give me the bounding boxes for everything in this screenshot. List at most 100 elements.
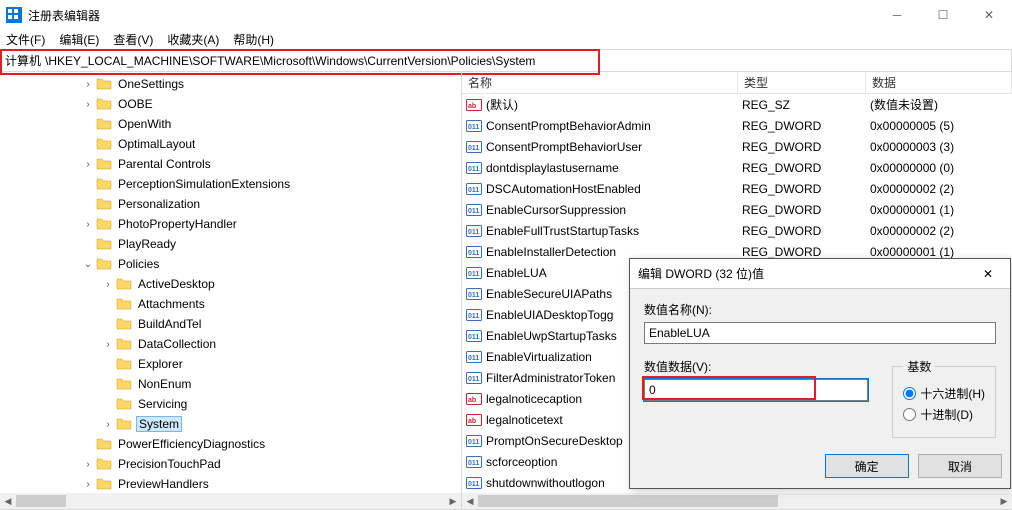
tree-item[interactable]: Servicing [0, 394, 461, 414]
svg-text:011: 011 [468, 250, 479, 257]
folder-icon [96, 196, 112, 212]
expand-icon[interactable]: › [80, 99, 96, 110]
ok-button[interactable]: 确定 [825, 454, 909, 478]
tree-item[interactable]: ›PreviewHandlers [0, 474, 461, 494]
edit-dword-dialog: 编辑 DWORD (32 位)值 ✕ 数值名称(N): 数值数据(V): 基数 … [629, 258, 1011, 489]
value-name-field[interactable] [644, 322, 996, 344]
scroll-thumb[interactable] [478, 495, 778, 507]
tree-item[interactable]: PlayReady [0, 234, 461, 254]
column-headers[interactable]: 名称 类型 数据 [462, 72, 1012, 94]
menu-file[interactable]: 文件(F) [6, 31, 45, 48]
value-row[interactable]: 011dontdisplaylastusernameREG_DWORD0x000… [462, 157, 1012, 178]
folder-icon [96, 96, 112, 112]
value-row[interactable]: 011DSCAutomationHostEnabledREG_DWORD0x00… [462, 178, 1012, 199]
folder-icon [96, 256, 112, 272]
tree-item[interactable]: ›System [0, 414, 461, 434]
tree-item[interactable]: ⌄ Policies [0, 254, 461, 274]
dialog-close-button[interactable]: ✕ [966, 259, 1010, 289]
menu-view[interactable]: 查看(V) [113, 31, 153, 48]
address-path[interactable]: \HKEY_LOCAL_MACHINE\SOFTWARE\Microsoft\W… [45, 54, 1007, 68]
tree-item[interactable]: ›PrecisionTouchPad [0, 454, 461, 474]
menu-edit[interactable]: 编辑(E) [59, 31, 99, 48]
close-button[interactable]: ✕ [966, 0, 1012, 30]
value-row[interactable]: ab(默认)REG_SZ(数值未设置) [462, 94, 1012, 115]
col-name-header[interactable]: 名称 [462, 72, 738, 93]
scroll-thumb[interactable] [16, 495, 66, 507]
expand-icon[interactable]: › [100, 279, 116, 290]
maximize-button[interactable]: ☐ [920, 0, 966, 30]
radix-dec-option[interactable]: 十进制(D) [903, 406, 985, 423]
tree-item[interactable]: BuildAndTel [0, 314, 461, 334]
svg-text:011: 011 [468, 166, 479, 173]
svg-text:011: 011 [468, 271, 479, 278]
scroll-right-button[interactable]: ▶ [445, 493, 461, 509]
menu-favorites[interactable]: 收藏夹(A) [167, 31, 219, 48]
minimize-button[interactable]: ─ [874, 0, 920, 30]
reg-value-icon: 011 [466, 223, 482, 239]
tree-item[interactable]: ›ActiveDesktop [0, 274, 461, 294]
tree-item[interactable]: PowerEfficiencyDiagnostics [0, 434, 461, 454]
address-bar[interactable]: 计算机 \HKEY_LOCAL_MACHINE\SOFTWARE\Microso… [0, 50, 1012, 72]
tree-item[interactable]: OptimalLayout [0, 134, 461, 154]
expand-icon[interactable]: › [80, 159, 96, 170]
expand-icon[interactable]: › [80, 479, 96, 490]
radix-dec-radio[interactable] [903, 408, 916, 421]
radix-group: 基数 十六进制(H) 十进制(D) [892, 358, 996, 438]
col-data-header[interactable]: 数据 [866, 72, 1012, 93]
folder-icon [96, 156, 112, 172]
value-data-cell: 0x00000000 (0) [866, 161, 1012, 175]
tree-item[interactable]: Attachments [0, 294, 461, 314]
reg-value-icon: 011 [466, 286, 482, 302]
svg-text:011: 011 [468, 124, 479, 131]
value-data-cell: 0x00000003 (3) [866, 140, 1012, 154]
value-type-cell: REG_DWORD [738, 161, 866, 175]
scroll-left-button[interactable]: ◀ [0, 493, 16, 509]
col-type-header[interactable]: 类型 [738, 72, 866, 93]
scroll-right-button[interactable]: ▶ [996, 493, 1012, 509]
value-data-cell: (数值未设置) [866, 96, 1012, 113]
tree-item-label: Policies [116, 257, 161, 271]
scroll-left-button[interactable]: ◀ [462, 493, 478, 509]
expand-icon[interactable]: › [80, 79, 96, 90]
tree-item[interactable]: NonEnum [0, 374, 461, 394]
tree-item[interactable]: ›PhotoPropertyHandler [0, 214, 461, 234]
expand-icon[interactable]: › [100, 339, 116, 350]
folder-icon [96, 236, 112, 252]
value-row[interactable]: 011EnableFullTrustStartupTasksREG_DWORD0… [462, 220, 1012, 241]
tree-item-label: DataCollection [136, 337, 218, 351]
value-name-cell: 011EnableFullTrustStartupTasks [462, 223, 738, 239]
value-data-field[interactable] [644, 379, 868, 401]
expand-icon[interactable]: ⌄ [80, 259, 96, 270]
radix-hex-radio[interactable] [903, 387, 916, 400]
tree-hscrollbar[interactable]: ◀ ▶ [0, 493, 461, 509]
reg-value-icon: 011 [466, 202, 482, 218]
value-row[interactable]: 011ConsentPromptBehaviorAdminREG_DWORD0x… [462, 115, 1012, 136]
tree-item[interactable]: ›Parental Controls [0, 154, 461, 174]
tree-item[interactable]: ›OneSettings [0, 74, 461, 94]
tree-item[interactable]: Explorer [0, 354, 461, 374]
radix-hex-option[interactable]: 十六进制(H) [903, 385, 985, 402]
dialog-titlebar[interactable]: 编辑 DWORD (32 位)值 ✕ [630, 259, 1010, 289]
folder-icon [96, 436, 112, 452]
tree-pane[interactable]: ›OneSettings›OOBEOpenWithOptimalLayout›P… [0, 72, 462, 509]
value-row[interactable]: 011EnableCursorSuppressionREG_DWORD0x000… [462, 199, 1012, 220]
menu-help[interactable]: 帮助(H) [233, 31, 274, 48]
expand-icon[interactable]: › [100, 419, 116, 430]
folder-icon [116, 296, 132, 312]
expand-icon[interactable]: › [80, 219, 96, 230]
values-hscrollbar[interactable]: ◀ ▶ [462, 493, 1012, 509]
reg-value-icon: 011 [466, 328, 482, 344]
expand-icon[interactable]: › [80, 459, 96, 470]
value-name-cell: 011ConsentPromptBehaviorAdmin [462, 118, 738, 134]
address-label: 计算机 [5, 52, 41, 69]
tree-item[interactable]: Personalization [0, 194, 461, 214]
tree-item[interactable]: PerceptionSimulationExtensions [0, 174, 461, 194]
reg-value-icon: ab [466, 412, 482, 428]
tree-item[interactable]: › DataCollection [0, 334, 461, 354]
value-row[interactable]: 011ConsentPromptBehaviorUserREG_DWORD0x0… [462, 136, 1012, 157]
cancel-button[interactable]: 取消 [918, 454, 1002, 478]
tree-item[interactable]: ›OOBE [0, 94, 461, 114]
value-type-cell: REG_DWORD [738, 203, 866, 217]
tree-item[interactable]: OpenWith [0, 114, 461, 134]
reg-value-icon: 011 [466, 475, 482, 491]
